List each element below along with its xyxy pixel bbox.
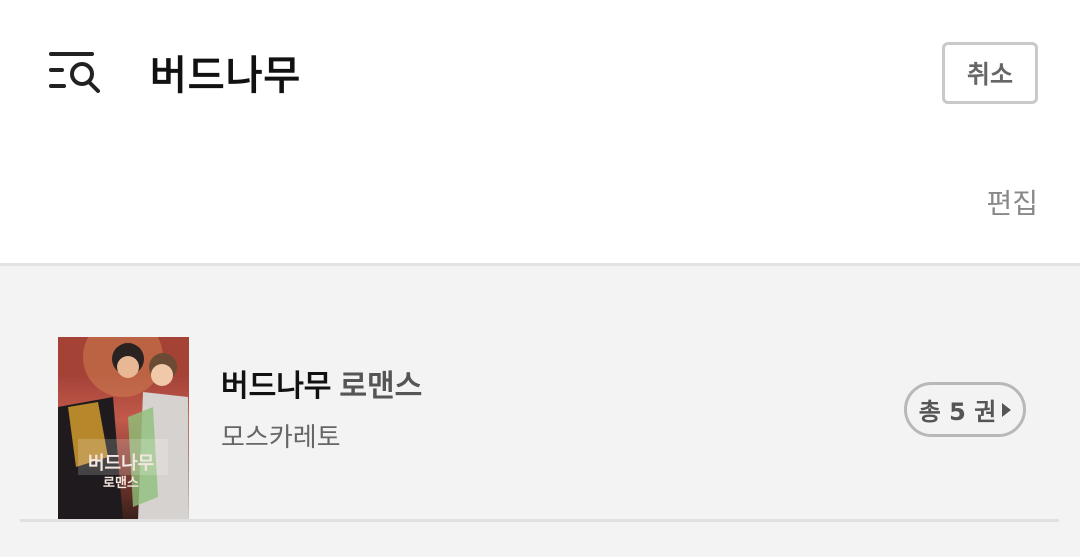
volume-count-label: 총 5 권 <box>918 398 997 426</box>
list-search-icon[interactable] <box>48 48 104 96</box>
book-title[interactable]: 버드나무 로맨스 <box>221 361 422 405</box>
book-title-text: 버드나무 <box>221 369 332 404</box>
row-divider <box>20 519 1059 522</box>
volume-count-button[interactable]: 총 5 권 <box>904 382 1026 437</box>
book-genre: 로맨스 <box>339 369 423 404</box>
cover-subtitle-icon: 로맨스 <box>103 475 139 491</box>
play-triangle-icon <box>1002 402 1012 417</box>
book-author[interactable]: 모스카레토 <box>221 417 341 454</box>
search-input[interactable] <box>150 44 850 100</box>
book-cover[interactable]: 버드나무 로맨스 <box>58 337 189 520</box>
cover-title-icon: 버드나무 <box>88 453 154 474</box>
search-header: 취소 편집 <box>0 0 1080 264</box>
cancel-button[interactable]: 취소 <box>942 42 1038 104</box>
search-results: 버드나무 로맨스 버드나무 로맨스 모스카레토 총 5 권 <box>0 266 1080 557</box>
edit-button[interactable]: 편집 <box>986 182 1038 222</box>
